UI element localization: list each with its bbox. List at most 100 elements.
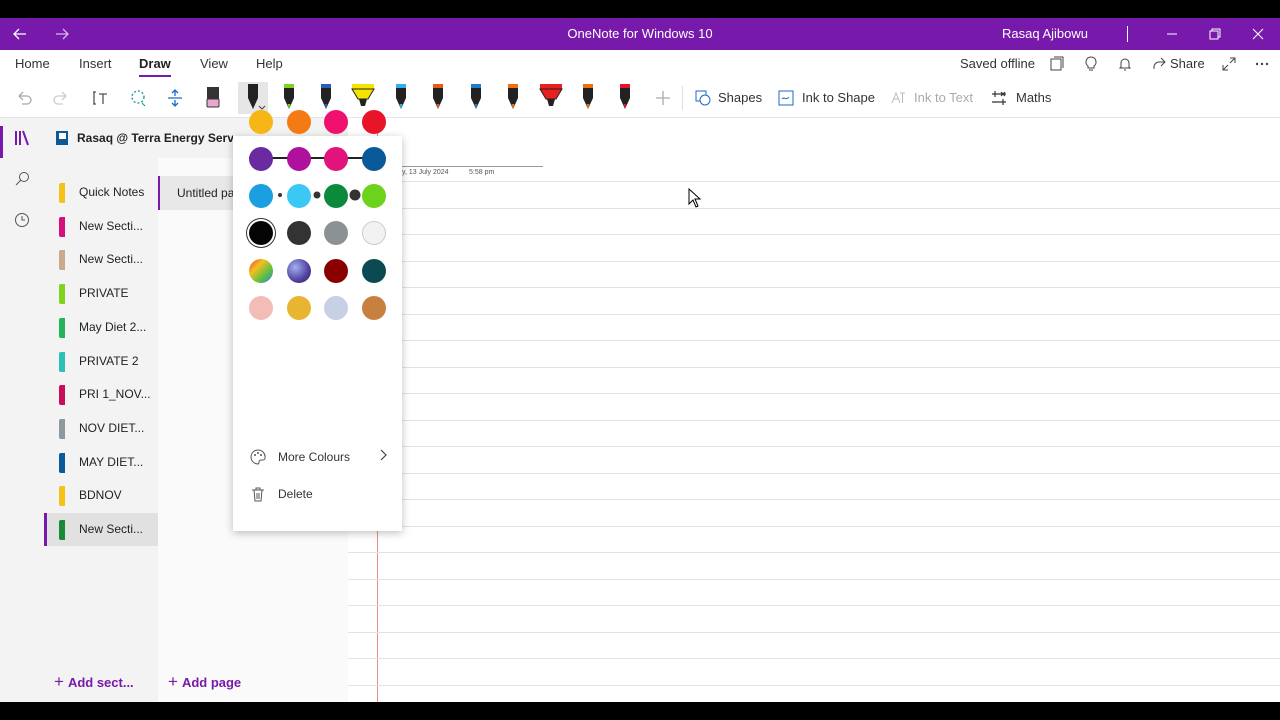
tab-insert[interactable]: Insert	[79, 56, 112, 71]
section-item[interactable]: BDNOV	[44, 479, 158, 512]
fullscreen-icon[interactable]	[1221, 56, 1237, 72]
undo-icon[interactable]	[11, 82, 37, 114]
section-label: PRI 1_NOV...	[79, 387, 151, 402]
pen-tool[interactable]	[425, 82, 451, 114]
color-swatch[interactable]	[249, 110, 273, 134]
pen-tool[interactable]	[500, 82, 526, 114]
eraser-icon[interactable]	[200, 82, 226, 114]
section-label: PRIVATE 2	[79, 353, 139, 368]
rule-line	[348, 605, 1280, 606]
section-item[interactable]: New Secti...	[44, 210, 158, 243]
user-name[interactable]: Rasaq Ajibowu	[1002, 18, 1088, 50]
delete-pen-button[interactable]: Delete	[233, 475, 402, 513]
color-swatch[interactable]	[362, 259, 386, 283]
section-color-tab	[59, 452, 65, 473]
color-swatch[interactable]	[362, 147, 386, 171]
color-swatch[interactable]	[324, 147, 348, 171]
color-swatch[interactable]	[324, 221, 348, 245]
maths-icon[interactable]	[986, 82, 1012, 114]
minimize-icon[interactable]	[1152, 18, 1192, 50]
more-options-icon[interactable]	[1254, 56, 1270, 72]
rule-line	[348, 632, 1280, 633]
lightbulb-icon[interactable]	[1083, 56, 1099, 72]
tab-help[interactable]: Help	[256, 56, 283, 71]
search-icon[interactable]	[12, 169, 32, 189]
pen-tool[interactable]	[238, 82, 268, 114]
close-icon[interactable]	[1238, 18, 1278, 50]
color-swatch[interactable]	[362, 296, 386, 320]
maths-button[interactable]: Maths	[1016, 90, 1051, 105]
ink-to-text-button[interactable]: Ink to Text	[914, 90, 973, 105]
section-item[interactable]: MAY DIET...	[44, 446, 158, 479]
chevron-right-icon	[378, 448, 388, 465]
lasso-select-icon[interactable]	[125, 82, 151, 114]
rule-line	[348, 208, 1280, 209]
section-item[interactable]: Quick Notes	[44, 176, 158, 209]
share-icon[interactable]	[1151, 56, 1167, 72]
window-title: OneNote for Windows 10	[567, 26, 713, 41]
notebooks-icon[interactable]	[12, 128, 32, 148]
tab-home[interactable]: Home	[15, 56, 50, 71]
rule-line	[348, 552, 1280, 553]
color-swatch[interactable]	[287, 221, 311, 245]
trash-icon	[249, 485, 267, 503]
color-swatch[interactable]	[362, 110, 386, 134]
tab-view[interactable]: View	[200, 56, 228, 71]
section-item[interactable]: PRIVATE 2	[44, 345, 158, 378]
color-swatch[interactable]	[324, 110, 348, 134]
restore-icon[interactable]	[1195, 18, 1235, 50]
rule-line	[348, 181, 1280, 182]
page-item[interactable]: Untitled pa	[158, 176, 234, 210]
color-swatch[interactable]	[362, 184, 386, 208]
bell-icon[interactable]	[1117, 56, 1133, 72]
section-item[interactable]: New Secti...	[44, 513, 158, 546]
color-swatch[interactable]	[249, 296, 273, 320]
shapes-button[interactable]: Shapes	[718, 90, 762, 105]
notebook-title[interactable]: Rasaq @ Terra Energy Servic	[77, 131, 233, 145]
notebook-sync-icon[interactable]	[1049, 56, 1065, 72]
pen-tool[interactable]	[538, 82, 564, 114]
pen-tool[interactable]	[575, 82, 601, 114]
more-colours-button[interactable]: More Colours	[233, 438, 402, 476]
page-canvas[interactable]	[348, 118, 1280, 702]
section-item[interactable]: May Diet 2...	[44, 311, 158, 344]
color-swatch[interactable]	[287, 259, 311, 283]
section-item[interactable]: PRIVATE	[44, 277, 158, 310]
redo-icon[interactable]	[48, 82, 74, 114]
share-button[interactable]: Share	[1170, 56, 1205, 71]
ink-to-shape-icon[interactable]	[773, 82, 799, 114]
rule-line	[348, 473, 1280, 474]
add-section-button[interactable]: + Add sect...	[54, 672, 134, 692]
color-swatch[interactable]	[324, 259, 348, 283]
type-select-icon[interactable]	[87, 82, 113, 114]
color-swatch[interactable]	[249, 184, 273, 208]
color-swatch[interactable]	[287, 184, 311, 208]
page-time: 5:58 pm	[469, 169, 495, 176]
add-space-icon[interactable]	[162, 82, 188, 114]
pen-tool[interactable]	[388, 82, 414, 114]
pen-tool[interactable]	[463, 82, 489, 114]
color-swatch[interactable]	[324, 184, 348, 208]
color-swatch[interactable]	[287, 110, 311, 134]
color-swatch[interactable]	[287, 296, 311, 320]
section-item[interactable]: PRI 1_NOV...	[44, 378, 158, 411]
pen-tool[interactable]	[612, 82, 638, 114]
color-swatch[interactable]	[287, 147, 311, 171]
recent-icon[interactable]	[12, 210, 32, 230]
color-swatch[interactable]	[249, 147, 273, 171]
shapes-icon[interactable]	[690, 82, 716, 114]
add-pen-icon[interactable]	[650, 82, 676, 114]
plus-icon: +	[54, 672, 64, 691]
tab-draw[interactable]: Draw	[139, 56, 171, 77]
section-item[interactable]: New Secti...	[44, 243, 158, 276]
section-label: MAY DIET...	[79, 454, 144, 469]
color-swatch[interactable]	[324, 296, 348, 320]
section-color-tab	[59, 385, 65, 406]
color-swatch[interactable]	[249, 259, 273, 283]
ink-to-text-icon[interactable]	[885, 82, 911, 114]
color-swatch[interactable]	[249, 221, 273, 245]
section-item[interactable]: NOV DIET...	[44, 412, 158, 445]
color-swatch[interactable]	[362, 221, 386, 245]
add-page-button[interactable]: + Add page	[168, 672, 241, 692]
ink-to-shape-button[interactable]: Ink to Shape	[802, 90, 875, 105]
